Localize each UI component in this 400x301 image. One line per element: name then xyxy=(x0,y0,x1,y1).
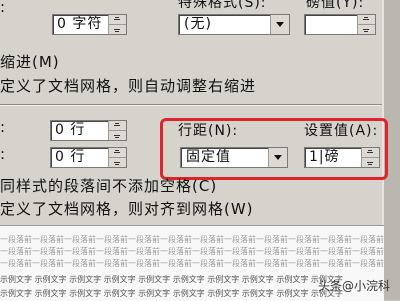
preview-line: 一段落前一段落前一段落前一段落前一段落前一段落前一段落前一段落前一段落前一段落前… xyxy=(0,259,384,268)
preview-line: 一段落前一段落前一段落前一段落前一段落前一段落前一段落前一段落前一段落前一段落前… xyxy=(0,247,384,256)
space-after-value: 0 行 xyxy=(55,149,86,165)
mirror-indent-label: 缩进(M) xyxy=(0,53,60,71)
spinner-buttons[interactable] xyxy=(357,15,375,34)
divider-highlight xyxy=(0,105,382,106)
highlight-annotation xyxy=(160,118,388,180)
space-after-spinner[interactable]: 0 行 xyxy=(50,147,127,168)
right-indent-spinner[interactable]: 0 字符 xyxy=(52,14,127,35)
paragraph-dialog: : 0 字符 特殊格式(S): (无) 磅值(Y): 缩进(M) 定义了文档网格… xyxy=(0,0,400,301)
measure-spinner[interactable] xyxy=(304,14,376,35)
special-format-value: (无) xyxy=(184,16,212,32)
special-format-select[interactable]: (无) xyxy=(178,14,290,35)
spinner-buttons[interactable] xyxy=(108,148,126,167)
spinner-buttons[interactable] xyxy=(108,121,126,140)
top-colon: : xyxy=(0,0,7,16)
auto-adjust-label: 定义了文档网格，则自动调整右缩进 xyxy=(0,77,257,95)
preview-line: 一段落前一段落前一段落前一段落前一段落前一段落前一段落前一段落前一段落前一段落前… xyxy=(0,235,384,244)
before-colon: : xyxy=(0,118,7,136)
preview-line: 示例文字 示例文字 示例文字 示例文字 示例文字 示例文字 示例文字 示例文字 … xyxy=(0,275,343,284)
measure-label: 磅值(Y): xyxy=(306,0,365,11)
no-space-same-style-checkbox-label[interactable]: 同样式的段落间不添加空格(C) xyxy=(0,175,217,196)
preview-line: 示例文字 示例文字 示例文字 示例文字 示例文字 示例文字 示例文字 示例文字 … xyxy=(0,289,343,298)
after-colon: : xyxy=(0,145,7,163)
right-indent-value: 0 字符 xyxy=(57,16,103,32)
spinner-buttons[interactable] xyxy=(108,15,126,34)
space-before-value: 0 行 xyxy=(55,122,86,138)
space-before-spinner[interactable]: 0 行 xyxy=(50,120,127,141)
snap-to-grid-checkbox-label[interactable]: 定义了文档网格，则对齐到网格(W) xyxy=(0,198,254,219)
watermark: 头条@小浣科 xyxy=(317,279,390,293)
special-format-label: 特殊格式(S): xyxy=(178,0,267,11)
chevron-down-icon[interactable] xyxy=(270,15,289,34)
